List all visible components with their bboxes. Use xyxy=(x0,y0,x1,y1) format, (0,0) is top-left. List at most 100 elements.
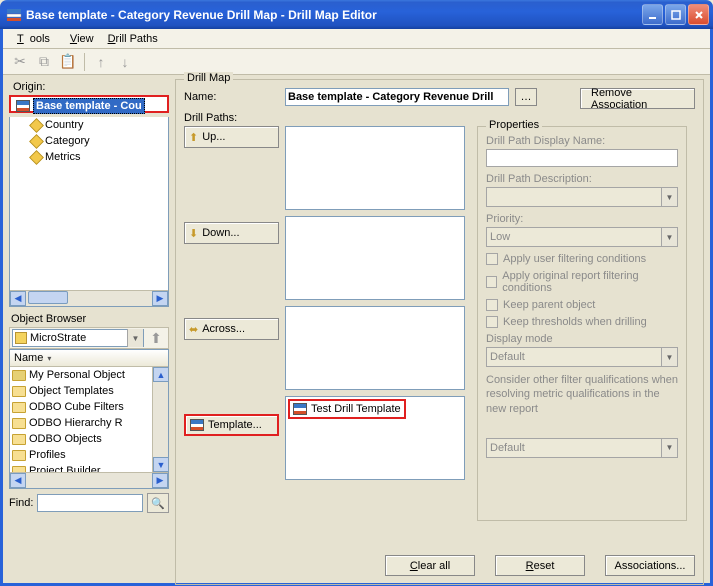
origin-tree[interactable]: Base template - Cou xyxy=(9,95,169,113)
chevron-down-icon[interactable]: ▼ xyxy=(661,188,677,206)
window-title: Base template - Category Revenue Drill M… xyxy=(26,8,642,22)
scroll-up-icon[interactable]: ▲ xyxy=(153,367,169,382)
keep-parent-check[interactable]: Keep parent object xyxy=(486,299,678,311)
reset-button[interactable]: Reset xyxy=(495,555,585,576)
associations-button[interactable]: Associations... xyxy=(605,555,695,576)
menu-drillpaths[interactable]: Drill Paths xyxy=(102,31,164,47)
tree-item-country[interactable]: Country xyxy=(10,117,168,133)
origin-hscroll[interactable]: ◀ ▶ xyxy=(10,290,168,306)
name-label: Name: xyxy=(184,91,279,103)
properties-group: Drill Path Display Name: Drill Path Desc… xyxy=(477,126,687,521)
project-combo[interactable]: MicroStrate ▼ xyxy=(12,329,144,347)
description-input[interactable]: ▼ xyxy=(486,187,678,207)
object-browser-label: Object Browser xyxy=(9,313,169,325)
remove-association-button[interactable]: Remove Association xyxy=(580,88,695,109)
cut-icon[interactable]: ✂ xyxy=(9,51,31,73)
maximize-button[interactable] xyxy=(665,4,686,25)
scroll-left-icon[interactable]: ◀ xyxy=(10,291,26,306)
template-icon xyxy=(190,419,204,431)
origin-label: Origin: xyxy=(9,81,169,93)
up-list[interactable] xyxy=(285,126,465,210)
folder-icon xyxy=(12,386,26,397)
column-header-name[interactable]: Name▾ xyxy=(10,350,168,367)
down-list[interactable] xyxy=(285,216,465,300)
template-button[interactable]: Template... xyxy=(184,414,279,436)
object-browser-list[interactable]: Name▾ My Personal Object Object Template… xyxy=(9,349,169,489)
list-item[interactable]: ODBO Cube Filters xyxy=(10,399,168,415)
menu-view[interactable]: View xyxy=(64,31,100,47)
minimize-button[interactable] xyxy=(642,4,663,25)
priority-label: Priority: xyxy=(486,213,678,225)
binoculars-icon: 🔍 xyxy=(151,497,165,510)
list-item[interactable]: ODBO Hierarchy R xyxy=(10,415,168,431)
tree-item-category[interactable]: Category xyxy=(10,133,168,149)
copy-icon[interactable]: ⧉ xyxy=(33,51,55,73)
down-arrow-icon: ⬇ xyxy=(189,227,198,240)
window-controls xyxy=(642,4,709,25)
find-button[interactable]: 🔍 xyxy=(147,493,169,513)
folder-icon xyxy=(12,418,26,429)
chevron-down-icon[interactable]: ▼ xyxy=(661,228,677,246)
apply-original-check[interactable]: Apply original report filtering conditio… xyxy=(486,270,678,294)
object-browser-toolbar: MicroStrate ▼ ⬆ xyxy=(9,327,169,349)
template-icon xyxy=(16,100,30,112)
template-list[interactable]: Test Drill Template xyxy=(285,396,465,480)
display-name-label: Drill Path Display Name: xyxy=(486,135,678,147)
arrow-up-icon[interactable]: ↑ xyxy=(90,51,112,73)
display-mode-combo[interactable]: Default▼ xyxy=(486,347,678,367)
title-bar: Base template - Category Revenue Drill M… xyxy=(0,0,713,29)
folder-icon xyxy=(12,450,26,461)
attribute-icon xyxy=(29,134,44,149)
scroll-thumb[interactable] xyxy=(28,291,68,304)
list-item[interactable]: My Personal Object xyxy=(10,367,168,383)
folder-icon xyxy=(12,370,26,381)
keep-thresholds-check[interactable]: Keep thresholds when drilling xyxy=(486,316,678,328)
template-icon xyxy=(293,403,307,415)
chevron-down-icon[interactable]: ▼ xyxy=(127,329,143,347)
app-icon xyxy=(6,7,22,23)
across-list[interactable] xyxy=(285,306,465,390)
object-browser-vscroll[interactable]: ▲ ▼ xyxy=(152,367,168,472)
arrow-down-icon[interactable]: ↓ xyxy=(114,51,136,73)
scroll-down-icon[interactable]: ▼ xyxy=(153,457,169,472)
filter-qual-combo[interactable]: Default▼ xyxy=(486,438,678,458)
drill-paths-label: Drill Paths: xyxy=(184,112,695,124)
tree-item-metrics[interactable]: Metrics xyxy=(10,149,168,165)
template-list-item[interactable]: Test Drill Template xyxy=(288,399,406,419)
object-browser-hscroll[interactable]: ◀ ▶ xyxy=(10,472,168,488)
menu-bar: Tools View Drill Paths xyxy=(3,29,710,49)
list-item[interactable]: Object Templates xyxy=(10,383,168,399)
drill-map-group: document.querySelector('.drillmap').setA… xyxy=(175,79,704,585)
tree-root[interactable]: Base template - Cou xyxy=(11,97,167,115)
across-arrow-icon: ⬌ xyxy=(189,323,198,336)
name-field[interactable]: Base template - Category Revenue Drill xyxy=(285,88,509,106)
up-arrow-icon: ⬆ xyxy=(189,131,198,144)
menu-tools[interactable]: Tools xyxy=(11,31,62,47)
close-button[interactable] xyxy=(688,4,709,25)
scroll-right-icon[interactable]: ▶ xyxy=(152,473,168,488)
consider-label: Consider other filter qualifications whe… xyxy=(486,373,678,416)
paste-icon[interactable]: 📋 xyxy=(57,51,79,73)
priority-combo[interactable]: Low▼ xyxy=(486,227,678,247)
find-input[interactable] xyxy=(37,494,143,512)
scroll-left-icon[interactable]: ◀ xyxy=(10,473,26,488)
chevron-down-icon[interactable]: ▼ xyxy=(661,439,677,457)
up-folder-icon[interactable]: ⬆ xyxy=(146,327,166,349)
toolbar: ✂ ⧉ 📋 ↑ ↓ xyxy=(3,49,710,75)
metric-icon xyxy=(29,150,44,165)
folder-icon xyxy=(12,434,26,445)
across-button[interactable]: ⬌ Across... xyxy=(184,318,279,340)
up-button[interactable]: ⬆ Up... xyxy=(184,126,279,148)
list-item[interactable]: Profiles xyxy=(10,447,168,463)
display-name-input[interactable] xyxy=(486,149,678,167)
scroll-right-icon[interactable]: ▶ xyxy=(152,291,168,306)
display-mode-label: Display mode xyxy=(486,333,678,345)
browse-button[interactable]: … xyxy=(515,88,537,106)
down-button[interactable]: ⬇ Down... xyxy=(184,222,279,244)
apply-user-check[interactable]: Apply user filtering conditions xyxy=(486,253,678,265)
list-item[interactable]: ODBO Objects xyxy=(10,431,168,447)
chevron-down-icon[interactable]: ▼ xyxy=(661,348,677,366)
clear-all-button[interactable]: Clear all xyxy=(385,555,475,576)
description-label: Drill Path Description: xyxy=(486,173,678,185)
find-label: Find: xyxy=(9,497,33,509)
